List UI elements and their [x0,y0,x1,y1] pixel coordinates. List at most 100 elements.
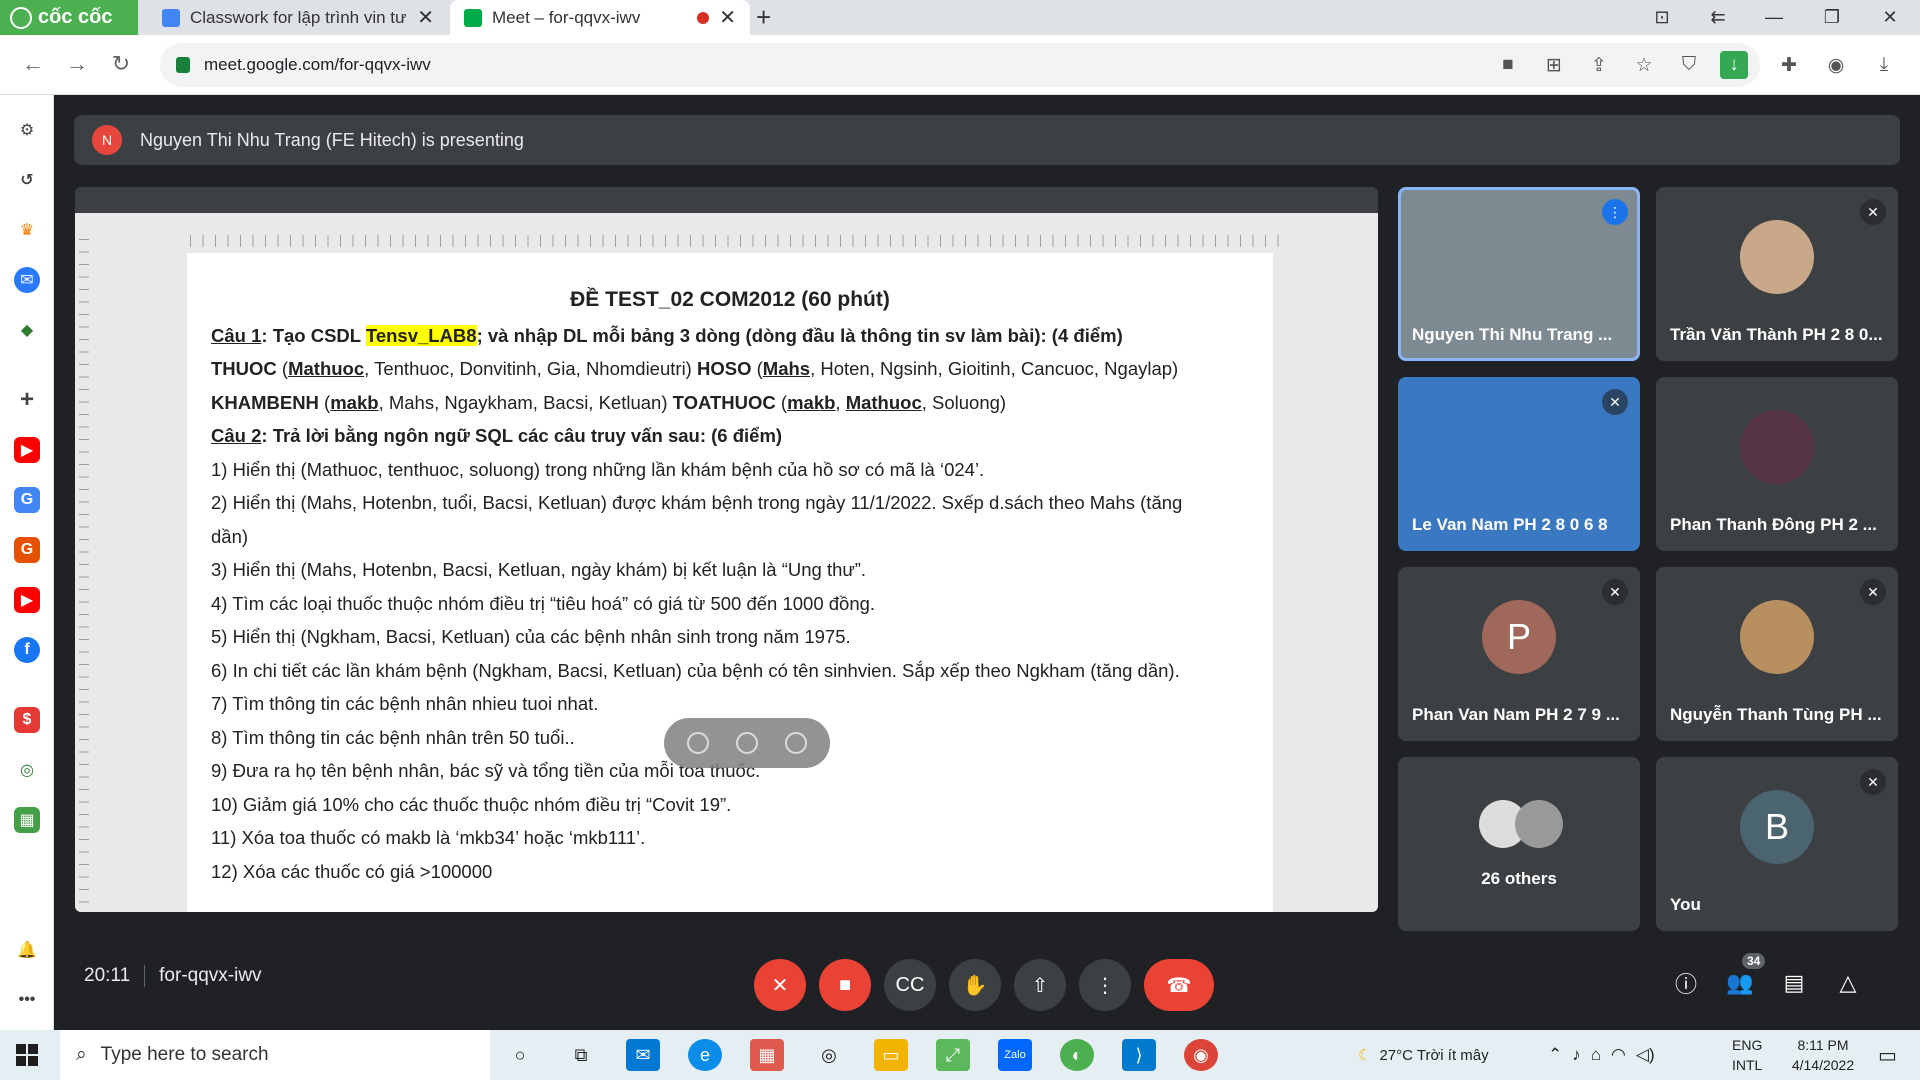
file-explorer-icon[interactable]: ▭ [874,1039,908,1071]
activities-button[interactable]: △ [1826,961,1870,1005]
zalo-icon[interactable]: Zalo [998,1039,1032,1071]
language-indicator[interactable]: ENG INTL [1732,1030,1762,1080]
camera-off-icon: ■ [838,973,852,996]
tab-meet[interactable]: Meet – for-qqvx-iwv ✕ [450,0,750,35]
weather-icon: ☾ [1358,1047,1372,1064]
shield-icon[interactable]: ⛉ [1675,51,1703,79]
shopping-icon[interactable]: $ [14,707,40,733]
youtube-icon[interactable]: ▶ [14,587,40,613]
profile-icon[interactable]: ◉ [1822,51,1850,79]
captions-button[interactable]: CC [884,959,936,1011]
facebook-icon[interactable]: f [14,637,40,663]
coccoc-icon[interactable]: ◐ [1060,1039,1094,1071]
reload-button[interactable]: ↻ [106,49,136,79]
close-icon[interactable]: ✕ [417,5,434,30]
camera-icon[interactable]: ■ [1494,51,1522,79]
new-tab-button[interactable]: + [756,2,771,33]
question-item: 5) Hiển thị (Ngkham, Bacsi, Ketluan) của… [211,626,851,647]
remove-icon[interactable] [784,732,807,754]
wifi-icon[interactable]: ◠ [1611,1045,1626,1065]
clock-date: 4/14/2022 [1791,1057,1855,1073]
question-2-heading: Câu 2: Trả lời bằng ngôn ngữ SQL các câu… [211,425,783,446]
vscode-icon[interactable]: ⟩ [1122,1039,1156,1071]
translate-icon[interactable]: G [14,487,40,513]
windows-start-icon[interactable] [16,1044,38,1066]
cortana-icon[interactable]: ○ [503,1039,537,1071]
present-button[interactable]: ⇧ [1014,959,1066,1011]
shared-screen: ĐỀ TEST_02 COM2012 (60 phút) Câu 1: Tạo … [75,187,1378,912]
browser-brand[interactable]: cốc cốc [0,0,138,35]
close-window-button[interactable]: ✕ [1868,0,1912,35]
floating-tile-controls[interactable] [664,718,830,768]
others-tile[interactable]: 26 others [1398,757,1640,931]
participant-tile[interactable]: ✕ Nguyễn Thanh Tùng PH ... [1656,567,1898,741]
translate-icon[interactable]: ⊞ [1540,51,1568,79]
share-icon[interactable]: ⇪ [1585,51,1613,79]
taskbar-clock[interactable]: 8:11 PM 4/14/2022 [1778,1030,1868,1080]
crown-icon[interactable]: ♛ [14,217,40,243]
downloads-icon[interactable]: ⤓ [1870,51,1898,79]
map-pin-icon[interactable]: ◎ [14,757,40,783]
mic-toggle-button[interactable]: ✕ [754,959,806,1011]
participant-tile[interactable]: ⋮ Nguyen Thi Nhu Trang ... [1398,187,1640,361]
more-options-button[interactable]: ⋮ [1079,959,1131,1011]
raise-hand-button[interactable]: ✋ [949,959,1001,1011]
meeting-details-button[interactable]: ⓘ [1664,961,1708,1005]
more-vert-icon: ⋮ [1095,974,1115,997]
chat-icon: ▤ [1783,970,1805,995]
chevron-up-icon[interactable]: ⌃ [1548,1045,1562,1065]
edge-icon[interactable]: e [688,1039,722,1071]
settings-gear-icon[interactable]: ⚙ [14,117,40,143]
participant-tile[interactable]: ✕ Le Van Nam PH 2 8 0 6 8 [1398,377,1640,551]
messenger-icon[interactable]: ✉ [14,267,40,293]
app-icon[interactable]: ▦ [750,1039,784,1071]
leave-call-button[interactable]: ☎ [1144,959,1214,1011]
participant-tile[interactable]: ✕ Trần Văn Thành PH 2 8 0... [1656,187,1898,361]
tab-classwork[interactable]: Classwork for lập trình vin tư ✕ [148,0,448,35]
avatar: P [1482,600,1556,674]
history-icon[interactable]: ↺ [14,167,40,193]
chat-button[interactable]: ▤ [1772,961,1816,1005]
pin-icon[interactable] [687,732,710,754]
volume-icon[interactable]: ◁) [1636,1045,1655,1065]
participant-tile[interactable]: ✕ P Phan Van Nam PH 2 7 9 ... [1398,567,1640,741]
more-dots-icon[interactable]: ••• [14,987,40,1013]
g-app-icon[interactable]: G [14,537,40,563]
notification-bell-icon[interactable]: 🔔 [14,937,40,963]
camera-toggle-button[interactable]: ■ [819,959,871,1011]
notifications-icon[interactable]: ▭ [1878,1030,1897,1080]
document-title: ĐỀ TEST_02 COM2012 (60 phút) [570,288,890,311]
app-icon[interactable]: ⤢ [936,1039,970,1071]
dell-icon[interactable]: ◎ [812,1039,846,1071]
screenshot-icon[interactable]: ⊡ [1640,0,1684,35]
youtube-icon[interactable]: ▶ [14,437,40,463]
people-button[interactable]: 👥 34 [1718,953,1766,1005]
game-controller-icon[interactable]: ◆ [14,317,40,343]
clock-time: 8:11 PM [1797,1037,1849,1053]
back-button[interactable]: ← [18,49,48,79]
minimize-button[interactable]: — [1752,0,1796,35]
hang-up-icon: ☎ [1166,974,1192,997]
bookmark-star-icon[interactable]: ☆ [1630,51,1658,79]
forward-button[interactable]: → [62,49,92,79]
extensions-puzzle-icon[interactable]: ✚ [1775,51,1803,79]
question-item: 4) Tìm các loại thuốc thuộc nhóm điều tr… [211,592,876,614]
mail-icon[interactable]: ✉ [626,1039,660,1071]
network-icon[interactable]: ⌂ [1591,1045,1601,1065]
restore-button[interactable]: ❐ [1810,0,1854,35]
weather-widget[interactable]: ☾ 27°C Trời ít mây [1358,1030,1489,1080]
question-item: 6) In chi tiết các lần khám bệnh (Ngkham… [211,659,1180,681]
sheet-icon[interactable]: ▦ [14,807,40,833]
back-history-icon[interactable]: ⇇ [1696,0,1740,35]
close-icon[interactable]: ✕ [719,5,736,30]
participant-tile[interactable]: Phan Thanh Đông PH 2 ... [1656,377,1898,551]
chrome-icon[interactable]: ◉ [1184,1039,1218,1071]
self-tile[interactable]: ✕ B You [1656,757,1898,931]
task-view-icon[interactable]: ⧉ [564,1039,598,1071]
taskbar-search-input[interactable]: ⌕ Type here to search [60,1030,490,1080]
add-shortcut-icon[interactable]: + [14,386,40,413]
download-extension-icon[interactable]: ↓ [1720,51,1748,79]
microphone-icon[interactable]: ♪ [1572,1045,1581,1065]
mute-audio-icon[interactable] [735,732,758,754]
system-tray-icons[interactable]: ⌃ ♪ ⌂ ◠ ◁) [1548,1030,1655,1080]
